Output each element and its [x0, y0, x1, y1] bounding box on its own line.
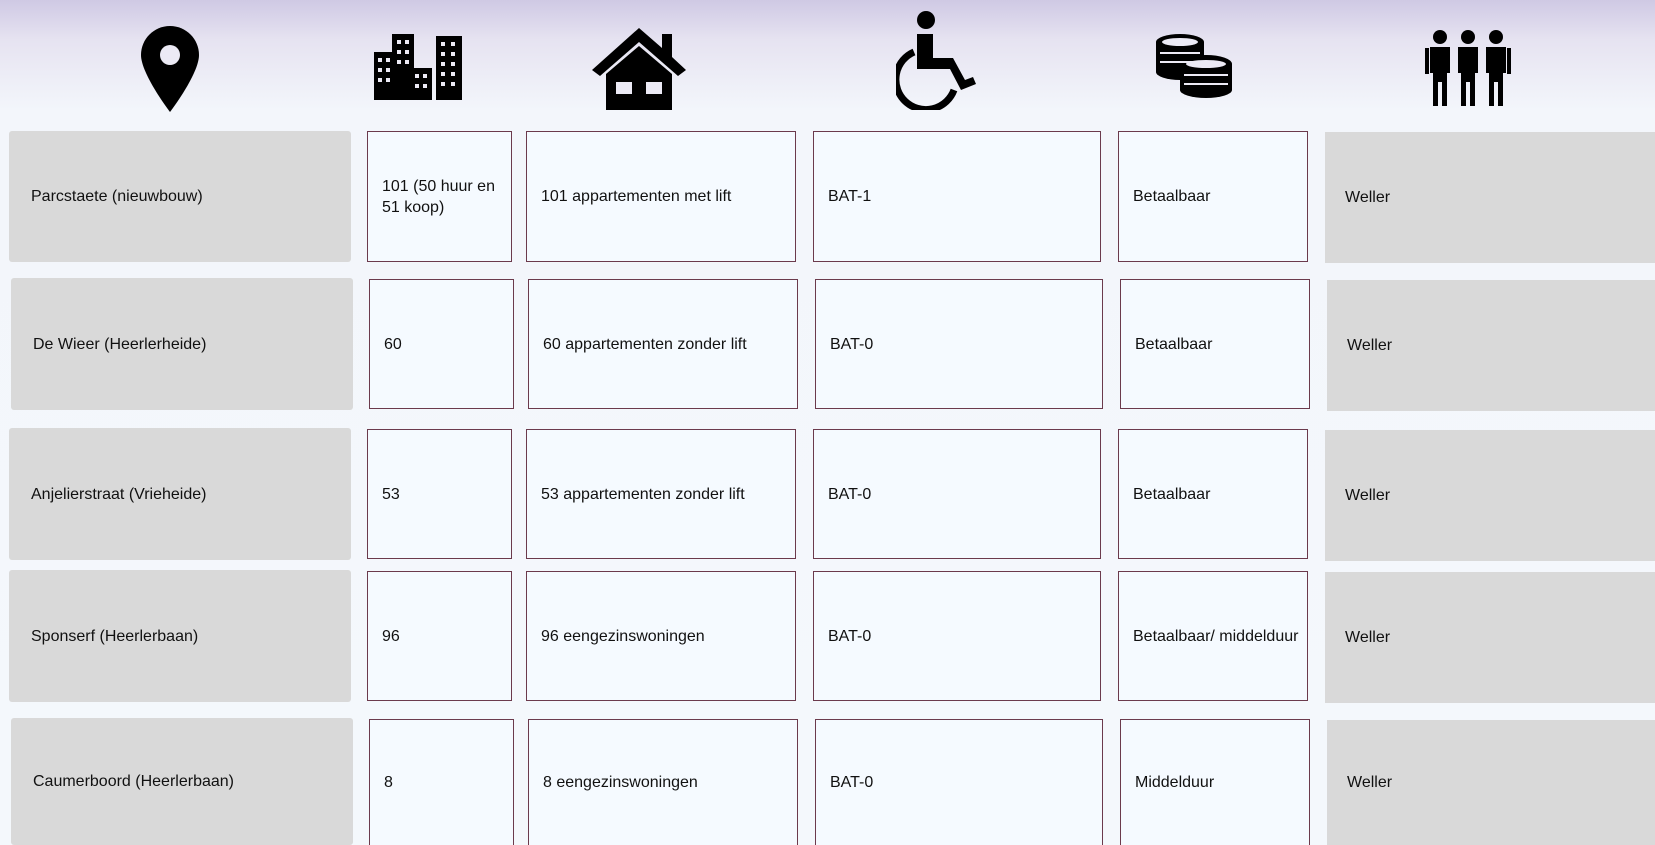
price-cell: Betaalbaar: [1118, 429, 1308, 559]
housing-type-cell: 101 appartementen met lift: [526, 131, 796, 262]
units-cell: 96: [367, 571, 512, 701]
location-cell: De Wieer (Heerlerheide): [11, 278, 353, 410]
location-cell: Caumerboord (Heerlerbaan): [11, 718, 353, 845]
owner-cell: Weller: [1325, 132, 1655, 263]
units-cell: 53: [367, 429, 512, 559]
accessibility-cell: BAT-0: [815, 279, 1103, 409]
buildings-icon: [374, 32, 464, 100]
accessibility-cell: BAT-0: [813, 429, 1101, 559]
location-cell: Anjelierstraat (Vrieheide): [9, 428, 351, 560]
owner-cell: Weller: [1325, 572, 1655, 703]
price-cell: Betaalbaar: [1118, 131, 1308, 262]
accessibility-cell: BAT-0: [815, 719, 1103, 845]
units-cell: 8: [369, 719, 514, 845]
coins-icon: [1154, 34, 1234, 98]
accessibility-cell: BAT-1: [813, 131, 1101, 262]
housing-type-cell: 96 eengezinswoningen: [526, 571, 796, 701]
owner-cell: Weller: [1325, 430, 1655, 561]
housing-type-cell: 53 appartementen zonder lift: [526, 429, 796, 559]
accessibility-cell: BAT-0: [813, 571, 1101, 701]
owner-cell: Weller: [1327, 720, 1655, 845]
price-cell: Betaalbaar: [1120, 279, 1310, 409]
owner-cell: Weller: [1327, 280, 1655, 411]
housing-type-cell: 60 appartementen zonder lift: [528, 279, 798, 409]
price-cell: Betaalbaar/ middelduur: [1118, 571, 1308, 701]
location-cell: Parcstaete (nieuwbouw): [9, 131, 351, 262]
units-cell: 101 (50 huur en 51 koop): [367, 131, 512, 262]
house-icon: [590, 26, 688, 112]
wheelchair-icon: [896, 10, 976, 110]
units-cell: 60: [369, 279, 514, 409]
people-icon: [1425, 30, 1511, 106]
price-cell: Middelduur: [1120, 719, 1310, 845]
location-cell: Sponserf (Heerlerbaan): [9, 570, 351, 702]
housing-type-cell: 8 eengezinswoningen: [528, 719, 798, 845]
location-pin-icon: [141, 26, 199, 112]
